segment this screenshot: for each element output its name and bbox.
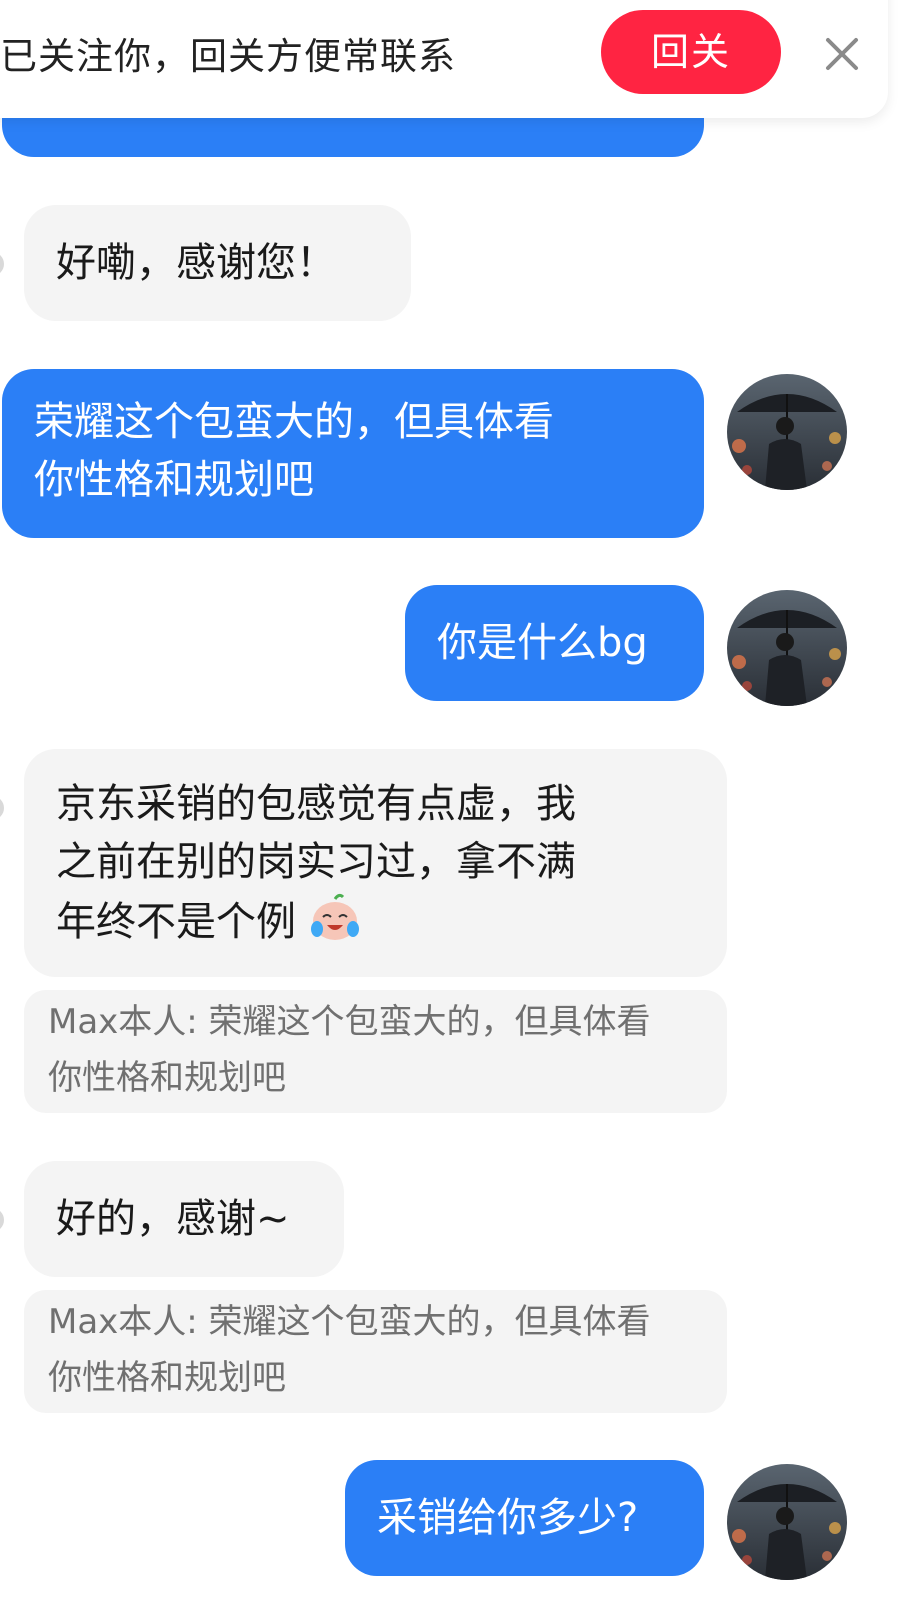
message-text: 好的，感谢~ — [56, 1196, 290, 1242]
crying-laughing-emoji-icon — [309, 891, 361, 943]
sent-message-bubble[interactable]: 你是什么bg — [405, 585, 704, 701]
quote-line: 你性格和规划吧 — [48, 1358, 286, 1398]
chat-screen: 已关注你，回关方便常联系 回关 好嘞，感谢您！ 荣耀这个包蛮大的，但具体看 你性… — [0, 0, 913, 1606]
message-text: 你是什么bg — [437, 620, 648, 666]
message-line: 你性格和规划吧 — [34, 457, 314, 503]
quote-line: 你性格和规划吧 — [48, 1058, 286, 1098]
follow-back-text: 已关注你，回关方便常联系 — [0, 35, 456, 78]
avatar[interactable] — [0, 796, 4, 820]
message-line: 荣耀这个包蛮大的，但具体看 — [34, 399, 554, 445]
received-message-bubble[interactable]: 好嘞，感谢您！ — [24, 205, 411, 321]
sent-message-bubble[interactable]: 采销给你多少? — [345, 1460, 704, 1576]
quoted-reply[interactable]: Max本人: 荣耀这个包蛮大的，但具体看 你性格和规划吧 — [24, 990, 727, 1113]
sent-message-bubble[interactable]: 荣耀这个包蛮大的，但具体看 你性格和规划吧 — [2, 369, 704, 538]
received-message-bubble[interactable]: 好的，感谢~ — [24, 1161, 344, 1277]
message-text: 采销给你多少? — [377, 1495, 639, 1541]
avatar[interactable] — [727, 590, 847, 706]
message-line: 京东采销的包感觉有点虚，我 — [56, 781, 576, 827]
message-line: 之前在别的岗实习过，拿不满 — [56, 839, 576, 885]
received-message-bubble[interactable]: 京东采销的包感觉有点虚，我 之前在别的岗实习过，拿不满 年终不是个例 — [24, 749, 727, 977]
avatar[interactable] — [727, 1464, 847, 1580]
avatar[interactable] — [727, 374, 847, 490]
avatar[interactable] — [0, 1208, 4, 1232]
quote-line: Max本人: 荣耀这个包蛮大的，但具体看 — [48, 1002, 651, 1042]
quote-line: Max本人: 荣耀这个包蛮大的，但具体看 — [48, 1302, 651, 1342]
message-line: 年终不是个例 — [56, 891, 695, 951]
follow-back-button[interactable]: 回关 — [601, 10, 781, 94]
close-icon[interactable] — [818, 30, 866, 78]
message-text: 好嘞，感谢您！ — [56, 240, 336, 286]
quoted-reply[interactable]: Max本人: 荣耀这个包蛮大的，但具体看 你性格和规划吧 — [24, 1290, 727, 1413]
avatar[interactable] — [0, 252, 4, 276]
message-text: 年终不是个例 — [56, 899, 296, 945]
